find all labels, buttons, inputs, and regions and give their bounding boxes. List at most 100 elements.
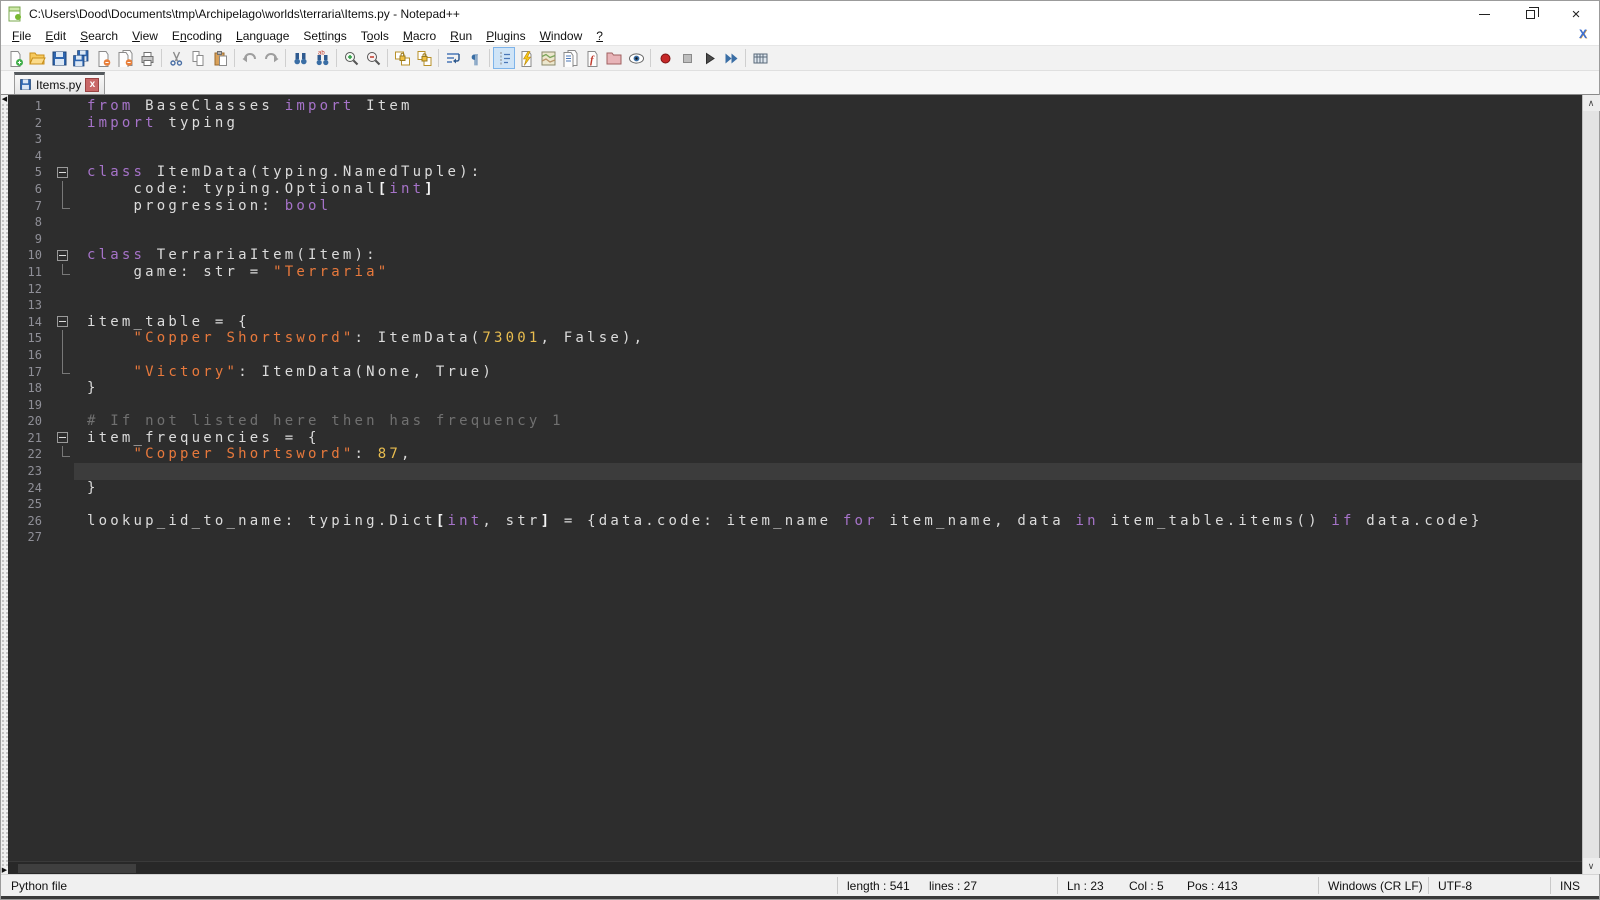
word-wrap-icon[interactable]: [442, 47, 464, 69]
line-number[interactable]: 11: [8, 264, 52, 281]
function-list-icon[interactable]: [515, 47, 537, 69]
line-number[interactable]: 19: [8, 397, 52, 414]
line-number[interactable]: 23: [8, 463, 52, 480]
document-list-icon[interactable]: [559, 47, 581, 69]
menu-item-edit[interactable]: Edit: [38, 28, 73, 44]
line-number[interactable]: 2: [8, 115, 52, 132]
macro-stop-icon[interactable]: [676, 47, 698, 69]
line-number[interactable]: 1: [8, 98, 52, 115]
replace-icon[interactable]: ab: [311, 47, 333, 69]
close-button[interactable]: ×: [1553, 1, 1599, 27]
close-all-icon[interactable]: [114, 47, 136, 69]
zoom-in-icon[interactable]: [340, 47, 362, 69]
macro-save-icon[interactable]: [749, 47, 771, 69]
line-number[interactable]: 4: [8, 148, 52, 165]
fold-toggle[interactable]: [52, 430, 74, 447]
fold-collapse-icon[interactable]: [57, 250, 68, 261]
scroll-up-icon[interactable]: ∧: [1583, 95, 1600, 111]
collapse-left-icon[interactable]: ◀: [1, 95, 8, 103]
line-number[interactable]: 6: [8, 181, 52, 198]
line-number[interactable]: 5: [8, 164, 52, 181]
tab-items-py[interactable]: Items.py x: [14, 72, 105, 94]
fold-collapse-icon[interactable]: [57, 316, 68, 327]
fold-toggle[interactable]: [52, 247, 74, 264]
open-file-icon[interactable]: [26, 47, 48, 69]
line-number[interactable]: 21: [8, 430, 52, 447]
fold-toggle[interactable]: [52, 164, 74, 181]
horizontal-scrollbar-thumb[interactable]: [18, 864, 136, 873]
menu-item-settings[interactable]: Settings: [296, 28, 353, 44]
menu-item-run[interactable]: Run: [443, 28, 479, 44]
project-panel-icon[interactable]: [603, 47, 625, 69]
sync-horizontal-icon[interactable]: [413, 47, 435, 69]
line-number[interactable]: 8: [8, 214, 52, 231]
line-number[interactable]: 9: [8, 231, 52, 248]
cut-icon[interactable]: [165, 47, 187, 69]
close-file-icon[interactable]: [92, 47, 114, 69]
paste-icon[interactable]: [209, 47, 231, 69]
find-icon[interactable]: [289, 47, 311, 69]
fold-toggle[interactable]: [52, 314, 74, 331]
menu-item-macro[interactable]: Macro: [396, 28, 443, 44]
copy-icon[interactable]: [187, 47, 209, 69]
menu-item-encoding[interactable]: Encoding: [165, 28, 229, 44]
document-map-icon[interactable]: [537, 47, 559, 69]
macro-run-multiple-icon[interactable]: [720, 47, 742, 69]
save-all-icon[interactable]: [70, 47, 92, 69]
code-editor[interactable]: 1from BaseClasses import Item2import typ…: [8, 95, 1582, 861]
status-encoding[interactable]: UTF-8: [1438, 879, 1472, 893]
macro-record-icon[interactable]: [654, 47, 676, 69]
collapse-right-icon[interactable]: ▶: [1, 866, 8, 874]
menu-item-help[interactable]: ?: [589, 28, 610, 44]
line-number[interactable]: 26: [8, 513, 52, 530]
menu-close-icon[interactable]: X: [1579, 27, 1587, 41]
save-file-icon[interactable]: [48, 47, 70, 69]
fold-collapse-icon[interactable]: [57, 167, 68, 178]
line-number[interactable]: 12: [8, 281, 52, 298]
status-eol-format[interactable]: Windows (CR LF): [1328, 879, 1423, 893]
line-number[interactable]: 7: [8, 198, 52, 215]
menu-item-window[interactable]: Window: [533, 28, 590, 44]
show-indent-guide-icon[interactable]: [493, 47, 515, 69]
line-number[interactable]: 16: [8, 347, 52, 364]
line-number[interactable]: 25: [8, 496, 52, 513]
line-number[interactable]: 15: [8, 330, 52, 347]
line-number[interactable]: 20: [8, 413, 52, 430]
folder-as-workspace-icon[interactable]: f: [581, 47, 603, 69]
undo-icon[interactable]: [238, 47, 260, 69]
line-number[interactable]: 18: [8, 380, 52, 397]
fold-margin: [52, 330, 74, 347]
menu-item-language[interactable]: Language: [229, 28, 296, 44]
new-file-icon[interactable]: [4, 47, 26, 69]
monitoring-eye-icon[interactable]: [625, 47, 647, 69]
zoom-out-icon[interactable]: [362, 47, 384, 69]
tab-close-icon[interactable]: x: [85, 78, 99, 92]
line-number[interactable]: 14: [8, 314, 52, 331]
show-all-characters-icon[interactable]: ¶: [464, 47, 486, 69]
sync-vertical-icon[interactable]: [391, 47, 413, 69]
status-insert-mode[interactable]: INS: [1560, 879, 1580, 893]
docking-splitter[interactable]: ◀ ▶: [1, 95, 8, 874]
restore-button[interactable]: [1507, 1, 1553, 27]
print-icon[interactable]: [136, 47, 158, 69]
menu-item-plugins[interactable]: Plugins: [479, 28, 532, 44]
menu-item-tools[interactable]: Tools: [354, 28, 396, 44]
line-number[interactable]: 17: [8, 364, 52, 381]
minimize-button[interactable]: [1461, 1, 1507, 27]
vertical-scrollbar[interactable]: ∧ ∨: [1582, 95, 1599, 874]
line-number[interactable]: 24: [8, 480, 52, 497]
fold-collapse-icon[interactable]: [57, 432, 68, 443]
line-number[interactable]: 22: [8, 446, 52, 463]
line-number[interactable]: 3: [8, 131, 52, 148]
line-number[interactable]: 10: [8, 247, 52, 264]
menu-item-view[interactable]: View: [125, 28, 165, 44]
code-text: item_table = {: [74, 314, 1582, 331]
menu-item-search[interactable]: Search: [73, 28, 125, 44]
scroll-down-icon[interactable]: ∨: [1583, 858, 1600, 874]
horizontal-scrollbar[interactable]: [8, 861, 1582, 874]
redo-icon[interactable]: [260, 47, 282, 69]
menu-item-file[interactable]: File: [5, 28, 38, 44]
macro-play-icon[interactable]: [698, 47, 720, 69]
line-number[interactable]: 27: [8, 529, 52, 546]
line-number[interactable]: 13: [8, 297, 52, 314]
